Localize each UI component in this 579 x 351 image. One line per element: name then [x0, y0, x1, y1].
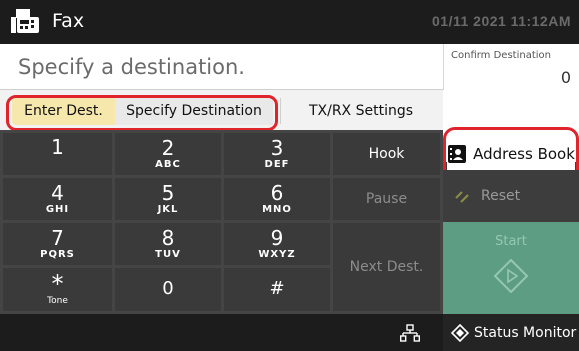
reset-icon: [455, 191, 469, 203]
start-button[interactable]: Start: [443, 222, 579, 314]
key-label: 0: [162, 278, 174, 299]
key-hash[interactable]: #: [224, 268, 330, 311]
key-label: 8: [161, 226, 175, 250]
reset-label: Reset: [481, 188, 521, 204]
key-3[interactable]: 3 DEF: [224, 133, 330, 175]
key-4[interactable]: 4 GHI: [3, 178, 112, 220]
key-label: 1: [51, 135, 64, 159]
hook-button[interactable]: Hook: [333, 133, 440, 175]
key-label: 3: [270, 136, 284, 160]
key-letters: WXYZ: [258, 249, 296, 260]
tab-txrx-settings[interactable]: TX/RX Settings: [285, 97, 437, 125]
reset-button[interactable]: Reset: [443, 170, 579, 222]
status-monitor-button[interactable]: Status Monitor: [443, 314, 579, 351]
key-letters: MNO: [262, 204, 292, 215]
key-label: 5: [161, 181, 175, 205]
key-8[interactable]: 8 TUV: [115, 223, 221, 265]
key-letters: TUV: [155, 249, 181, 260]
datetime: 01/11 2021 11:12AM: [432, 13, 571, 29]
key-letters: ABC: [155, 159, 181, 170]
key-9[interactable]: 9 WXYZ: [224, 223, 330, 265]
confirm-destination-button[interactable]: Confirm Destination 0: [443, 44, 579, 90]
key-label: 4: [51, 181, 64, 205]
key-2[interactable]: 2 ABC: [115, 133, 221, 175]
key-label: 9: [270, 226, 284, 250]
app-title: Fax: [52, 10, 85, 32]
key-letters: GHI: [45, 204, 70, 215]
key-6[interactable]: 6 MNO: [224, 178, 330, 220]
key-label: 7: [51, 226, 64, 250]
key-letters: DEF: [264, 159, 290, 170]
bottom-bar: [0, 314, 443, 351]
confirm-destination-count: 0: [560, 68, 571, 87]
key-star[interactable]: * Tone: [3, 268, 112, 311]
key-7[interactable]: 7 PQRS: [3, 223, 112, 265]
fax-screen: Fax 01/11 2021 11:12AM Specify a destina…: [0, 0, 579, 351]
key-1[interactable]: 1: [3, 133, 112, 175]
destination-prompt: Specify a destination.: [18, 55, 245, 79]
network-icon: [400, 324, 420, 342]
start-diamond-icon: [494, 259, 528, 293]
highlight-frame-tabs: [6, 95, 278, 131]
key-letters: JKL: [157, 204, 179, 215]
status-monitor-icon: [451, 323, 469, 342]
destination-field[interactable]: Specify a destination.: [0, 44, 443, 90]
confirm-destination-label: Confirm Destination: [451, 50, 551, 61]
start-label: Start: [495, 234, 527, 249]
key-letters: Tone: [47, 296, 68, 306]
key-5[interactable]: 5 JKL: [115, 178, 221, 220]
key-letters: PQRS: [40, 249, 75, 260]
key-0[interactable]: 0: [115, 268, 221, 311]
title-bar: Fax 01/11 2021 11:12AM: [0, 0, 579, 44]
key-label: 6: [270, 181, 284, 205]
next-dest-button[interactable]: Next Dest.: [333, 223, 440, 311]
key-label: *: [51, 270, 64, 298]
status-monitor-label: Status Monitor: [474, 324, 577, 341]
key-label: #: [269, 278, 285, 299]
pause-button[interactable]: Pause: [333, 178, 440, 220]
key-label: 2: [161, 136, 175, 160]
fax-icon: [11, 9, 39, 33]
tab-divider: [280, 98, 281, 124]
